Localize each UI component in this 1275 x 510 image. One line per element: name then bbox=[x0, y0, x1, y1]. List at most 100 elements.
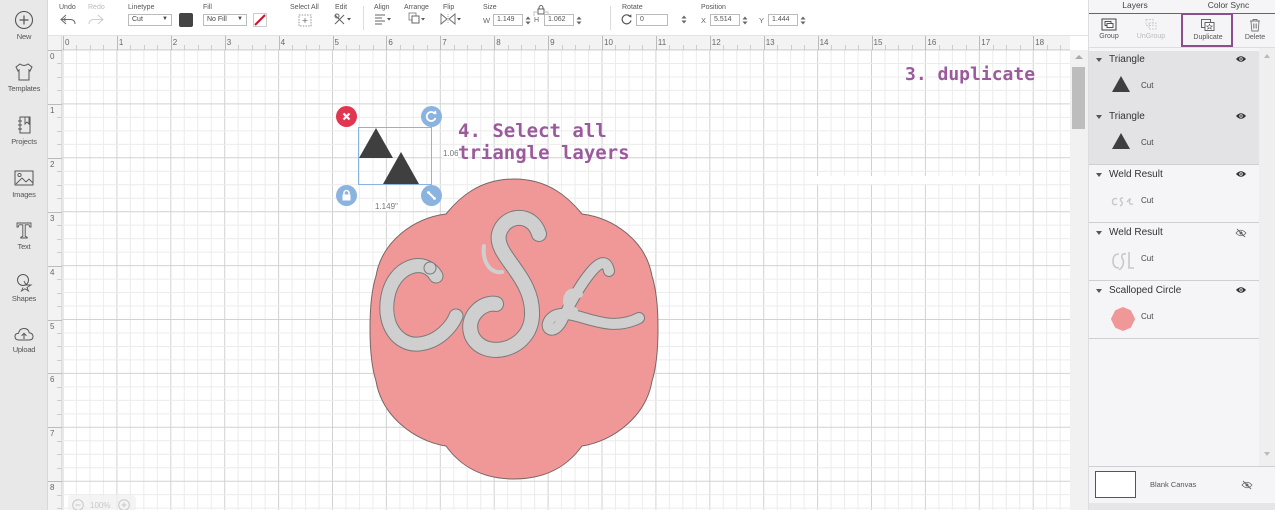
zoom-out-icon[interactable] bbox=[72, 499, 84, 510]
ruler-minor-tick bbox=[103, 45, 105, 50]
ruler-minor-tick bbox=[57, 144, 62, 146]
ruler-minor-tick bbox=[57, 306, 62, 308]
zoom-in-icon[interactable] bbox=[118, 499, 130, 510]
rotate-handle[interactable] bbox=[421, 106, 442, 127]
ruler-tick bbox=[602, 36, 603, 50]
eye-hidden-icon[interactable] bbox=[1241, 480, 1253, 490]
ruler-minor-tick bbox=[211, 45, 213, 50]
sidebar-item-templates[interactable]: Templates bbox=[0, 62, 48, 93]
width-input[interactable]: 1.149 bbox=[493, 14, 531, 26]
eye-icon[interactable] bbox=[1235, 170, 1247, 178]
top-toolbar: Undo Redo Linetype Cut ▼ Fill No Fill ▼ Se… bbox=[48, 0, 1088, 36]
triangle-thumbnail-icon bbox=[1112, 76, 1130, 92]
delete-handle[interactable] bbox=[336, 106, 357, 127]
rotate-stepper-icon[interactable] bbox=[681, 15, 687, 24]
edit-scissors-icon[interactable] bbox=[333, 12, 353, 26]
ruler-minor-tick bbox=[858, 45, 860, 50]
eye-icon[interactable] bbox=[1235, 286, 1247, 294]
sidebar-item-projects[interactable]: Projects bbox=[0, 115, 48, 146]
ruler-tick bbox=[386, 36, 388, 50]
eye-hidden-icon[interactable] bbox=[1235, 228, 1247, 238]
y-stepper-icon[interactable] bbox=[800, 16, 806, 25]
delete-button[interactable]: Delete bbox=[1239, 14, 1271, 46]
ruler-minor-tick bbox=[57, 440, 62, 442]
ruler-minor-tick bbox=[238, 45, 240, 50]
layer-item-scalloped-circle[interactable]: Scalloped Circle Cut bbox=[1089, 282, 1259, 339]
height-stepper-icon[interactable] bbox=[576, 16, 582, 25]
no-fill-swatch-icon[interactable] bbox=[253, 13, 267, 27]
ruler-minor-tick bbox=[57, 198, 62, 200]
scroll-down-icon[interactable] bbox=[1264, 452, 1270, 456]
ruler-minor-tick bbox=[467, 45, 469, 50]
align-icon[interactable] bbox=[374, 13, 394, 25]
canvas-vertical-scrollbar[interactable] bbox=[1070, 50, 1088, 510]
ruler-minor-tick bbox=[723, 45, 725, 50]
sidebar-item-text[interactable]: Text bbox=[0, 220, 48, 251]
ruler-minor-tick bbox=[696, 45, 698, 50]
expand-caret-icon[interactable] bbox=[1096, 231, 1102, 235]
scalloped-circle-design[interactable] bbox=[364, 176, 664, 482]
ruler-minor-tick bbox=[750, 45, 752, 50]
scrollbar-thumb[interactable] bbox=[1072, 67, 1085, 129]
flip-icon[interactable] bbox=[440, 13, 462, 25]
x-stepper-icon[interactable] bbox=[742, 16, 748, 25]
ruler-tick bbox=[332, 36, 334, 50]
width-axis-label: W bbox=[483, 16, 491, 25]
layer-item-weld-result-1[interactable]: Weld Result Cut bbox=[1089, 166, 1259, 223]
lock-handle[interactable] bbox=[336, 185, 357, 206]
height-input[interactable]: 1.062 bbox=[544, 14, 582, 26]
ruler-tick bbox=[871, 36, 873, 50]
design-canvas[interactable]: 0 1 2 3 4 5 6 7 8 9 10 11 12 13 14 15 16 17 18 012345678 bbox=[48, 36, 1070, 510]
tab-layers[interactable]: Layers bbox=[1089, 0, 1181, 13]
eye-icon[interactable] bbox=[1235, 55, 1247, 63]
expand-caret-icon[interactable] bbox=[1096, 289, 1102, 293]
ruler-minor-tick bbox=[57, 117, 62, 119]
blank-canvas-swatch[interactable] bbox=[1095, 471, 1136, 498]
undo-icon[interactable] bbox=[60, 13, 76, 26]
sidebar-item-upload[interactable]: Upload bbox=[0, 325, 48, 354]
arrange-icon[interactable] bbox=[408, 12, 428, 26]
linetype-color-swatch[interactable] bbox=[179, 13, 193, 27]
layer-item-triangle-1[interactable]: Triangle Cut bbox=[1089, 51, 1259, 108]
width-stepper-icon[interactable] bbox=[525, 16, 531, 25]
triangle-thumbnail-icon bbox=[1112, 133, 1130, 149]
layer-name: Triangle bbox=[1109, 111, 1145, 122]
ruler-minor-tick bbox=[1060, 45, 1062, 50]
expand-caret-icon[interactable] bbox=[1096, 115, 1102, 119]
ruler-tick bbox=[48, 373, 62, 375]
ruler-tick-label: 8 bbox=[50, 483, 55, 493]
ruler-tick-label: 7 bbox=[50, 429, 55, 439]
expand-caret-icon[interactable] bbox=[1096, 58, 1102, 62]
triangle-shape[interactable] bbox=[359, 128, 393, 158]
scroll-up-icon[interactable] bbox=[1264, 54, 1270, 58]
ruler-minor-tick bbox=[790, 45, 792, 50]
triangle-group[interactable] bbox=[359, 128, 433, 186]
rotate-input[interactable]: 0 bbox=[636, 14, 668, 26]
tab-color-sync[interactable]: Color Sync bbox=[1181, 0, 1275, 13]
linetype-select[interactable]: Cut ▼ bbox=[128, 14, 172, 26]
y-position-input[interactable]: 1.444 bbox=[768, 14, 806, 26]
sidebar-item-images[interactable]: Images bbox=[0, 168, 48, 199]
sidebar-label: Shapes bbox=[11, 294, 37, 303]
select-all-icon[interactable] bbox=[298, 14, 312, 27]
resize-handle[interactable] bbox=[421, 185, 442, 206]
ruler-minor-tick bbox=[57, 279, 62, 281]
ruler-minor-tick bbox=[804, 45, 806, 50]
sidebar-label: Text bbox=[17, 242, 31, 251]
fill-select[interactable]: No Fill ▼ bbox=[203, 14, 247, 26]
layer-item-weld-result-2[interactable]: Weld Result Cut bbox=[1089, 224, 1259, 281]
ruler-minor-tick bbox=[521, 45, 523, 50]
layers-scrollbar[interactable] bbox=[1259, 48, 1275, 466]
scroll-up-icon[interactable] bbox=[1075, 55, 1083, 59]
expand-caret-icon[interactable] bbox=[1096, 173, 1102, 177]
redo-icon[interactable] bbox=[88, 13, 104, 26]
ruler-minor-tick bbox=[89, 45, 91, 50]
group-button[interactable]: Group bbox=[1091, 14, 1127, 46]
sidebar-item-new[interactable]: New bbox=[0, 10, 48, 41]
ruler-tick-label: 5 bbox=[334, 38, 339, 47]
layer-item-triangle-2[interactable]: Triangle Cut bbox=[1089, 108, 1259, 165]
ungroup-button[interactable]: UnGroup bbox=[1131, 14, 1171, 46]
eye-icon[interactable] bbox=[1235, 112, 1247, 120]
x-position-input[interactable]: 5.514 bbox=[710, 14, 748, 26]
sidebar-item-shapes[interactable]: Shapes bbox=[0, 272, 48, 303]
